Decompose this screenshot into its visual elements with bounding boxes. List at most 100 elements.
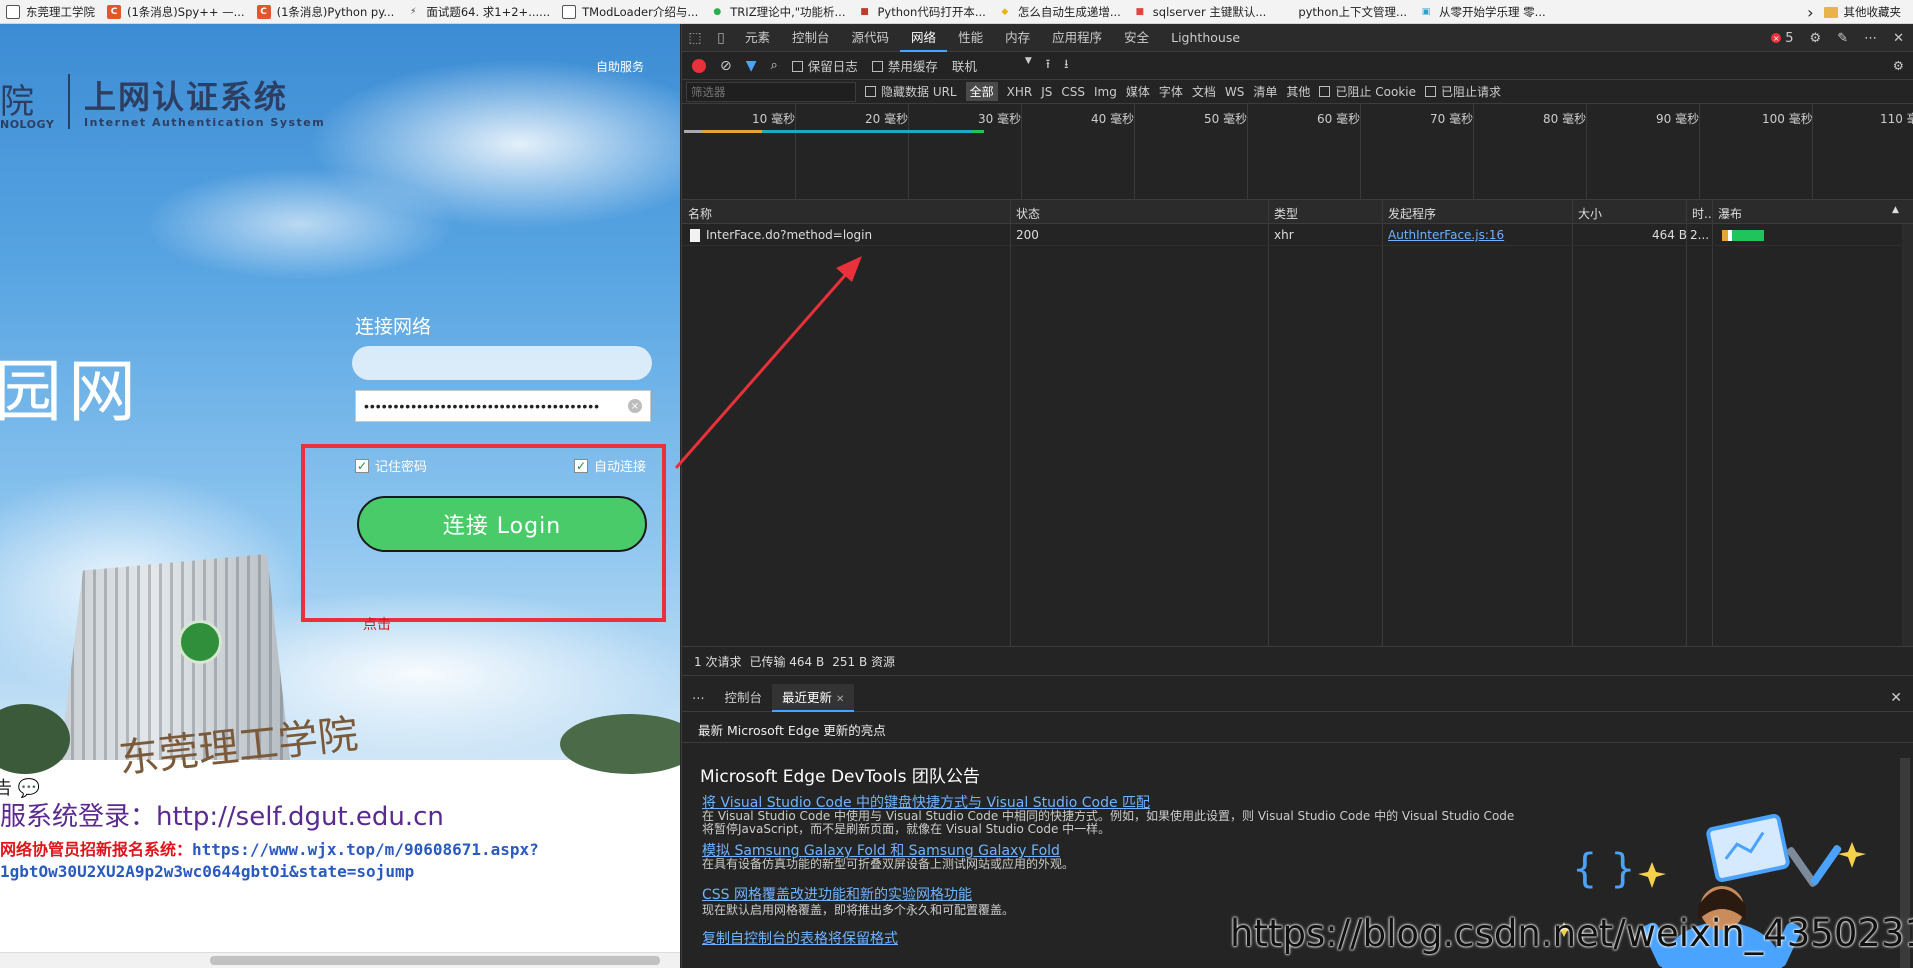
recruit-url-continued[interactable]: 1gbtOw30U2XU2A9p2w3wc0644gbtOi&state=soj… [0, 862, 414, 881]
request-name[interactable]: InterFace.do?method=login [706, 228, 872, 242]
request-size: 464 B [1652, 228, 1687, 242]
bookmark-5[interactable]: ● TRIZ理论中,"功能析... [704, 0, 851, 24]
request-initiator-link[interactable]: AuthInterFace.js:16 [1388, 228, 1504, 242]
waterfall-bar-download[interactable] [1732, 230, 1764, 241]
bookmarks-bar: 东莞理工学院 C (1条消息)Spy++ —... C (1条消息)Python p… [0, 0, 1913, 24]
tab-elements[interactable]: 元素 [734, 24, 781, 52]
blocked-cookies-checkbox[interactable]: 已阻止 Cookie [1319, 83, 1416, 100]
device-toolbar-icon[interactable]: ▯ [708, 30, 734, 46]
more-icon[interactable]: ⋯ [1864, 31, 1877, 46]
import-har-icon[interactable]: ⭱ [1046, 55, 1050, 76]
column-initiator[interactable]: 发起程序 [1388, 205, 1436, 222]
gear-icon[interactable]: ⚙ [1810, 31, 1822, 46]
type-filter-font[interactable]: 字体 [1159, 83, 1183, 100]
inspect-icon[interactable]: ⬚ [682, 30, 708, 46]
tab-console[interactable]: 控制台 [781, 24, 841, 52]
timeline-tick [1586, 104, 1587, 200]
type-filter-manifest[interactable]: 清单 [1253, 83, 1277, 100]
other-bookmarks-folder[interactable]: 其他收藏夹 [1823, 4, 1901, 20]
whats-new-link[interactable]: 复制自控制台的表格将保留格式 [702, 928, 898, 948]
vertical-scrollbar[interactable] [1902, 224, 1913, 646]
network-settings-gear-icon[interactable]: ⚙ [1893, 58, 1904, 73]
search-icon[interactable]: ⌕ [771, 58, 778, 73]
type-filter-css[interactable]: CSS [1061, 85, 1085, 99]
type-filter-other[interactable]: 其他 [1286, 83, 1310, 100]
recruit-url[interactable]: https://www.wjx.top/m/90608671.aspx? [192, 840, 539, 859]
record-icon[interactable] [692, 58, 706, 73]
timeline-label: 70 毫秒 [1430, 112, 1474, 126]
close-icon[interactable]: ✕ [1893, 31, 1904, 46]
bookmark-1[interactable]: C (1条消息)Spy++ —... [101, 0, 251, 24]
username-input[interactable] [352, 346, 652, 380]
tab-memory[interactable]: 内存 [994, 24, 1041, 52]
type-filter-media[interactable]: 媒体 [1126, 83, 1150, 100]
devtools-actions: × 5 ⚙ ✎ ⋯ ✕ [1771, 24, 1904, 52]
network-overview-timeline[interactable]: 10 毫秒 20 毫秒 30 毫秒 40 毫秒 50 毫秒 60 毫秒 70 毫… [682, 104, 1913, 200]
self-service-link[interactable]: 自助服务 [596, 58, 644, 75]
drawer-tab-whats-new[interactable]: 最近更新 ✕ [772, 683, 855, 712]
column-type[interactable]: 类型 [1274, 205, 1298, 222]
blocked-requests-checkbox[interactable]: 已阻止请求 [1424, 83, 1501, 100]
type-filter-js[interactable]: JS [1041, 85, 1052, 99]
timeline-label: 20 毫秒 [865, 112, 909, 126]
self-service-notice[interactable]: 服系统登录：http://self.dgut.edu.cn [0, 796, 444, 833]
bookmark-3[interactable]: ⚡ 面试题64. 求1+2+...... [400, 0, 556, 24]
timeline-label: 30 毫秒 [978, 112, 1022, 126]
disable-cache-checkbox[interactable]: 禁用缓存 [871, 56, 938, 75]
timeline-label: 60 毫秒 [1317, 112, 1361, 126]
horizontal-scrollbar[interactable] [0, 952, 680, 968]
bookmark-6[interactable]: ■ Python代码打开本... [851, 0, 991, 24]
sort-up-icon[interactable]: ▲ [1892, 205, 1899, 215]
type-filter-xhr[interactable]: XHR [1007, 85, 1033, 99]
doc-icon [6, 4, 20, 19]
throttle-select[interactable]: 联机 ▼ [952, 56, 1032, 75]
column-size[interactable]: 大小 [1578, 205, 1602, 222]
preserve-log-checkbox[interactable]: 保留日志 [791, 56, 858, 75]
brand-en-left: NOLOGY [0, 118, 55, 131]
export-har-icon[interactable]: ⭳ [1064, 55, 1068, 76]
timeline-bar-download [762, 130, 972, 133]
tab-performance[interactable]: 性能 [947, 24, 994, 52]
scrollbar-thumb[interactable] [210, 956, 660, 965]
hide-data-url-checkbox[interactable]: 隐藏数据 URL [865, 83, 957, 100]
chevron-right-icon[interactable]: › [1807, 3, 1813, 22]
bookmark-8[interactable]: ■ sqlserver 主键默认... [1127, 0, 1273, 24]
bookmark-0[interactable]: 东莞理工学院 [0, 0, 101, 24]
bookmark-9[interactable]: python上下文管理... [1272, 0, 1413, 24]
error-badge[interactable]: × 5 [1771, 31, 1794, 46]
type-filter-img[interactable]: Img [1094, 85, 1117, 99]
password-input[interactable] [355, 390, 651, 422]
tab-lighthouse[interactable]: Lighthouse [1160, 24, 1251, 52]
tab-close-icon[interactable]: ✕ [836, 694, 844, 705]
type-filter-doc[interactable]: 文档 [1192, 83, 1216, 100]
clear-log-icon[interactable]: ⊘ [720, 58, 732, 74]
column-status[interactable]: 状态 [1016, 205, 1040, 222]
column-time[interactable]: 时.. [1692, 205, 1712, 222]
type-filter-ws[interactable]: WS [1225, 85, 1244, 99]
bookmark-4[interactable]: TModLoader介绍与... [556, 0, 704, 24]
feedback-icon[interactable]: ✎ [1837, 31, 1848, 46]
column-waterfall[interactable]: 瀑布 [1718, 205, 1742, 222]
bookmark-7[interactable]: ◆ 怎么自动生成递增... [992, 0, 1127, 24]
drawer-tab-console[interactable]: 控制台 [715, 684, 773, 712]
tab-sources[interactable]: 源代码 [841, 24, 901, 52]
whats-new-title: Microsoft Edge DevTools 团队公告 [700, 767, 980, 787]
table-row[interactable]: InterFace.do?method=login 200 xhr AuthIn… [682, 224, 1902, 246]
bulb-icon: ◆ [1001, 6, 1009, 17]
clear-icon[interactable]: × [628, 399, 642, 413]
bookmark-10[interactable]: ▣ 从零开始学乐理 零... [1413, 0, 1552, 24]
drawer-close-icon[interactable]: ✕ [1890, 690, 1902, 706]
bookmark-2[interactable]: C (1条消息)Python py... [251, 0, 401, 24]
type-filter-all[interactable]: 全部 [965, 82, 998, 101]
column-name[interactable]: 名称 [688, 205, 712, 222]
filter-icon[interactable]: ▼ [746, 58, 757, 74]
request-type: xhr [1274, 228, 1294, 242]
blank-icon [1278, 5, 1292, 19]
whats-new-link[interactable]: CSS 网格覆盖改进功能和新的实验网格功能 [702, 884, 972, 904]
filter-input[interactable] [686, 81, 856, 102]
tab-application[interactable]: 应用程序 [1041, 24, 1113, 52]
drawer-tabbar: ⋯ 控制台 最近更新 ✕ ✕ [682, 683, 1913, 712]
tab-security[interactable]: 安全 [1113, 24, 1160, 52]
drawer-more-icon[interactable]: ⋯ [682, 684, 715, 712]
tab-network[interactable]: 网络 [900, 24, 948, 52]
